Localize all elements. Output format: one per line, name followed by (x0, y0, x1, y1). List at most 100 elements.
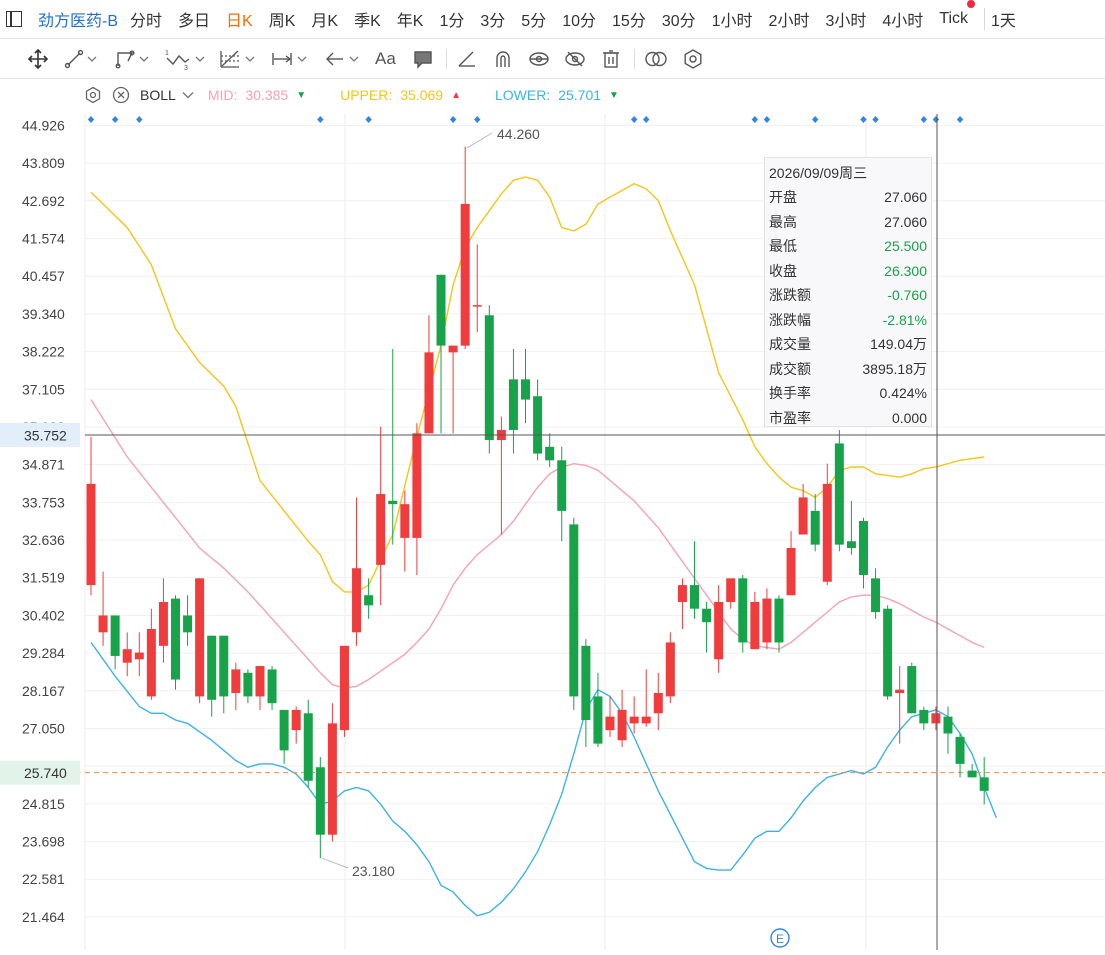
period-tab[interactable]: 3小时 (825, 7, 866, 31)
y-axis-tick-label: 24.815 (22, 796, 65, 812)
candle-body (569, 524, 579, 697)
candle (641, 669, 651, 727)
lower-label: LOWER: (494, 87, 551, 103)
indicator-name[interactable]: BOLL (140, 87, 176, 103)
y-axis-tick-label: 39.340 (22, 306, 65, 322)
hide-icon[interactable] (564, 48, 586, 70)
arrow-tool-icon[interactable] (324, 48, 359, 70)
tooltip-label: 最高 (769, 213, 797, 230)
candlestick-chart[interactable]: 44.926 43.809 42.692 41.574 40.457 39.340 38.2… (0, 78, 1105, 955)
tooltip-label: 收盘 (769, 262, 797, 279)
compare-icon[interactable] (644, 48, 668, 70)
period-tab[interactable]: 月K (311, 7, 338, 31)
text-tool-icon[interactable]: Aa (375, 48, 396, 70)
measure-tool-icon[interactable] (270, 48, 307, 70)
y-axis-tick-label: 23.698 (22, 834, 65, 850)
candle-body (714, 601, 724, 660)
stock-name[interactable]: 劲方医药-B (38, 7, 118, 31)
period-tab[interactable]: 年K (397, 7, 424, 31)
tooltip-label: 涨跌幅 (769, 311, 811, 328)
period-tab[interactable]: 季K (354, 7, 381, 31)
period-tab[interactable]: 1分 (439, 7, 464, 31)
candle-body (919, 709, 929, 724)
chevron-down-icon[interactable] (349, 55, 359, 63)
chevron-down-icon[interactable] (87, 55, 97, 63)
tooltip-row: 市盈率 0.000 (769, 406, 927, 431)
candle (231, 662, 241, 710)
period-tab[interactable]: 3分 (480, 7, 505, 31)
line-tool-icon[interactable] (64, 48, 97, 70)
period-tab[interactable]: 30分 (662, 7, 696, 31)
candle-body (545, 446, 555, 461)
sidebar-toggle-icon[interactable] (6, 11, 22, 27)
period-tab[interactable]: Tick (939, 0, 975, 28)
y-axis-tick-label: 27.050 (22, 720, 65, 736)
candle-body (907, 666, 917, 714)
period-tab[interactable]: 1天 (991, 7, 1016, 31)
high-marker-label: 44.260 (497, 126, 540, 142)
notification-dot (967, 0, 975, 8)
period-tab[interactable]: 10分 (562, 7, 596, 31)
candle-body (750, 601, 760, 650)
candle-body (110, 615, 120, 656)
candle-body (774, 598, 784, 643)
candle (508, 348, 518, 454)
candle (665, 632, 675, 704)
candle-body (726, 578, 736, 602)
svg-text:3: 3 (184, 65, 188, 70)
settings-icon[interactable] (682, 48, 704, 70)
candle-body (593, 696, 603, 744)
tooltip-label: 开盘 (769, 189, 797, 205)
chevron-down-icon[interactable] (139, 55, 149, 63)
move-icon[interactable] (26, 48, 50, 70)
tooltip-value: -2.81% (882, 311, 927, 328)
wave-tool-icon[interactable]: 1 3 (164, 48, 205, 70)
tooltip-row: 收盘 26.300 (769, 259, 927, 284)
candle (617, 689, 627, 748)
lock-icon[interactable] (528, 48, 550, 70)
period-tab[interactable]: 15分 (612, 7, 646, 31)
chevron-down-icon[interactable] (245, 55, 255, 63)
fib-tool-icon[interactable] (218, 48, 255, 70)
period-tab[interactable]: 5分 (521, 7, 546, 31)
channel-tool-icon[interactable] (114, 48, 149, 70)
candle (629, 696, 639, 734)
magnet-icon[interactable] (492, 48, 514, 70)
y-axis-tick-label: 30.402 (22, 607, 65, 623)
period-tab[interactable]: 多日 (178, 7, 210, 31)
candle (895, 666, 905, 744)
chevron-down-icon[interactable] (195, 55, 205, 63)
delete-icon[interactable] (600, 48, 622, 70)
period-tab[interactable]: 分时 (130, 7, 162, 31)
y-axis-tick-label: 32.636 (22, 532, 65, 548)
candle-body (134, 652, 144, 660)
period-tab[interactable]: 4小时 (882, 7, 923, 31)
tooltip-row: 涨跌幅 -2.81% (769, 308, 927, 333)
candle (472, 244, 482, 333)
candle-body (424, 352, 434, 434)
candle-body (279, 709, 289, 751)
candle-body (170, 598, 180, 680)
signal-marker (474, 116, 481, 123)
event-marker-icon[interactable]: E (770, 928, 790, 948)
y-axis-tick-label: 33.753 (22, 494, 65, 510)
candle (774, 595, 784, 653)
period-tab[interactable]: 周K (269, 7, 296, 31)
indicator-close-icon[interactable] (112, 86, 130, 104)
chevron-down-icon[interactable] (182, 91, 194, 99)
candle-body (979, 777, 989, 791)
candle-body (376, 494, 386, 565)
comment-tool-icon[interactable] (412, 48, 434, 70)
ohlc-tooltip: 2026/09/09周三 开盘 27.060 最高 27.060 最低 25.500 收盘 2… (764, 157, 932, 427)
upper-up-arrow-icon: ▲ (451, 89, 461, 101)
period-tab[interactable]: 日K (226, 7, 253, 31)
high-marker-leader (466, 132, 493, 149)
candle (122, 632, 132, 677)
indicator-settings-icon[interactable] (84, 86, 102, 104)
chevron-down-icon[interactable] (297, 55, 307, 63)
period-tab[interactable]: 1小时 (712, 7, 753, 31)
period-tab[interactable]: 2小时 (769, 7, 810, 31)
tooltip-label: 涨跌额 (769, 287, 811, 303)
candle-body (388, 500, 398, 505)
angle-tool-icon[interactable] (456, 48, 478, 70)
